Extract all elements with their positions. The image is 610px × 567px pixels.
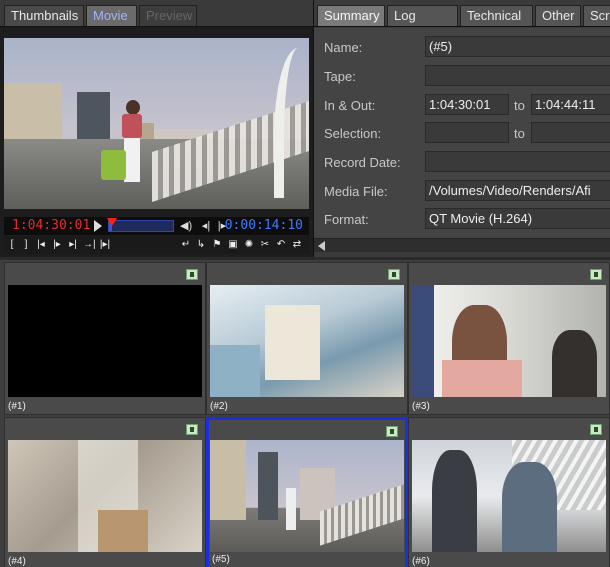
movie-panel: Thumbnails Movie Preview 1:04:30:01 ◀) ◂… bbox=[0, 0, 313, 257]
snapshot-icon[interactable]: ▣ bbox=[227, 238, 239, 252]
record-date-row: Record Date: bbox=[314, 151, 610, 173]
tab-thumbnails[interactable]: Thumbnails bbox=[4, 5, 84, 26]
tab-movie[interactable]: Movie bbox=[86, 5, 137, 26]
play-in-to-out-icon[interactable]: |▸ bbox=[51, 238, 63, 252]
thumbnail-item[interactable]: (#1) bbox=[4, 262, 206, 415]
name-field[interactable]: (#5) bbox=[425, 36, 610, 57]
viewer-tab-bar: Thumbnails Movie Preview bbox=[0, 0, 313, 27]
thumbnail-grid: (#1) (#2) (#3) (#4) (#5) (#6) bbox=[0, 257, 610, 567]
format-field[interactable]: QT Movie (H.264) bbox=[425, 208, 610, 229]
flag-icon[interactable]: ⚑ bbox=[211, 238, 223, 252]
scrub-bar[interactable] bbox=[107, 218, 174, 232]
media-file-field[interactable]: /Volumes/Video/Renders/Afi bbox=[425, 180, 610, 201]
go-to-end-icon[interactable]: |▸| bbox=[99, 238, 111, 252]
tape-label: Tape: bbox=[324, 69, 356, 84]
info-tab-bar: Summary Log Notes Technical Other Scr bbox=[314, 0, 610, 43]
tab-scripts[interactable]: Scr bbox=[583, 5, 610, 26]
tape-field[interactable] bbox=[425, 65, 610, 86]
thumbnail-image bbox=[210, 285, 404, 397]
tab-other[interactable]: Other bbox=[535, 5, 581, 26]
current-timecode: 1:04:30:01 bbox=[12, 218, 91, 233]
in-out-to-label: to bbox=[514, 98, 525, 113]
scroll-left-arrow-icon[interactable] bbox=[318, 241, 325, 251]
mark-out-icon[interactable]: ] bbox=[20, 238, 32, 252]
selection-to-label: to bbox=[514, 126, 525, 141]
in-point-field[interactable]: 1:04:30:01 bbox=[425, 94, 509, 115]
thumbnail-caption: (#2) bbox=[210, 401, 228, 412]
thumbnail-caption: (#6) bbox=[412, 556, 430, 567]
undo-icon[interactable]: ↶ bbox=[275, 238, 287, 252]
thumbnail-image bbox=[412, 285, 606, 397]
record-date-label: Record Date: bbox=[324, 155, 401, 170]
tab-log-notes[interactable]: Log Notes bbox=[387, 5, 458, 43]
thumbnail-caption: (#1) bbox=[8, 401, 26, 412]
tab-summary[interactable]: Summary bbox=[317, 5, 385, 26]
thumbnail-item[interactable]: (#3) bbox=[408, 262, 610, 415]
selection-row: Selection: to bbox=[314, 122, 610, 144]
selection-label: Selection: bbox=[324, 126, 382, 141]
step-back-icon[interactable]: ◂| bbox=[200, 220, 212, 232]
go-to-out-icon[interactable]: →| bbox=[83, 238, 96, 252]
film-icon bbox=[186, 269, 198, 280]
in-out-row: In & Out: 1:04:30:01 to 1:04:44:11 bbox=[314, 94, 610, 116]
selection-end-field[interactable] bbox=[531, 122, 610, 143]
horizontal-scrollbar[interactable] bbox=[314, 238, 610, 252]
out-point-field[interactable]: 1:04:44:11 bbox=[531, 94, 610, 115]
summary-fields: Name: (#5) Tape: In & Out: 1:04:30:01 to… bbox=[314, 28, 610, 238]
thumbnail-item[interactable]: (#4) bbox=[4, 417, 206, 567]
format-row: Format: QT Movie (H.264) bbox=[314, 208, 610, 230]
film-icon bbox=[388, 269, 400, 280]
duration-timecode: 0:00:14:10 bbox=[224, 218, 303, 233]
name-label: Name: bbox=[324, 40, 363, 55]
thumbnail-image bbox=[8, 440, 202, 552]
thumbnail-item[interactable]: (#6) bbox=[408, 417, 610, 567]
thumbnail-caption: (#3) bbox=[412, 401, 430, 412]
tape-row: Tape: bbox=[314, 65, 610, 87]
thumbnail-item-selected[interactable]: (#5) bbox=[206, 417, 408, 567]
tab-technical[interactable]: Technical bbox=[460, 5, 533, 26]
thumbnail-image bbox=[8, 285, 202, 397]
film-icon bbox=[386, 426, 398, 437]
film-icon bbox=[186, 424, 198, 435]
playhead-marker[interactable] bbox=[107, 218, 118, 226]
video-frame[interactable] bbox=[4, 38, 309, 209]
name-row: Name: (#5) bbox=[314, 36, 610, 58]
timecode-bar: 1:04:30:01 ◀) ◂| |▸ 0:00:14:10 bbox=[4, 217, 309, 235]
go-to-in-icon[interactable]: |◂ bbox=[35, 238, 47, 252]
play-to-out-icon[interactable]: ▸| bbox=[67, 238, 79, 252]
thumbnail-caption: (#4) bbox=[8, 556, 26, 567]
format-label: Format: bbox=[324, 212, 369, 227]
in-out-label: In & Out: bbox=[324, 98, 376, 113]
film-icon bbox=[590, 269, 602, 280]
thumbnail-image bbox=[210, 440, 404, 552]
mark-in-icon[interactable]: [ bbox=[6, 238, 18, 252]
media-file-label: Media File: bbox=[324, 184, 388, 199]
transport-controls: [ ] |◂ |▸ ▸| →| |▸| ↵ ↳ ⚑ ▣ ✺ ✂ ↶ ⇄ bbox=[4, 236, 309, 254]
selection-start-field[interactable] bbox=[425, 122, 509, 143]
volume-icon[interactable]: ◀) bbox=[180, 220, 192, 232]
info-panel: Summary Log Notes Technical Other Scr Na… bbox=[313, 0, 610, 257]
film-icon bbox=[590, 424, 602, 435]
cut-icon[interactable]: ✂ bbox=[259, 238, 271, 252]
loop-icon[interactable]: ⇄ bbox=[291, 238, 303, 252]
record-date-field[interactable] bbox=[425, 151, 610, 172]
media-file-row: Media File: /Volumes/Video/Renders/Afi bbox=[314, 180, 610, 202]
effects-icon[interactable]: ✺ bbox=[243, 238, 255, 252]
tab-preview: Preview bbox=[139, 5, 197, 26]
play-icon[interactable] bbox=[94, 220, 102, 232]
insert-icon[interactable]: ↵ bbox=[180, 238, 192, 252]
overwrite-icon[interactable]: ↳ bbox=[195, 238, 207, 252]
thumbnail-image bbox=[412, 440, 606, 552]
thumbnail-caption: (#5) bbox=[212, 554, 230, 565]
thumbnail-item[interactable]: (#2) bbox=[206, 262, 408, 415]
